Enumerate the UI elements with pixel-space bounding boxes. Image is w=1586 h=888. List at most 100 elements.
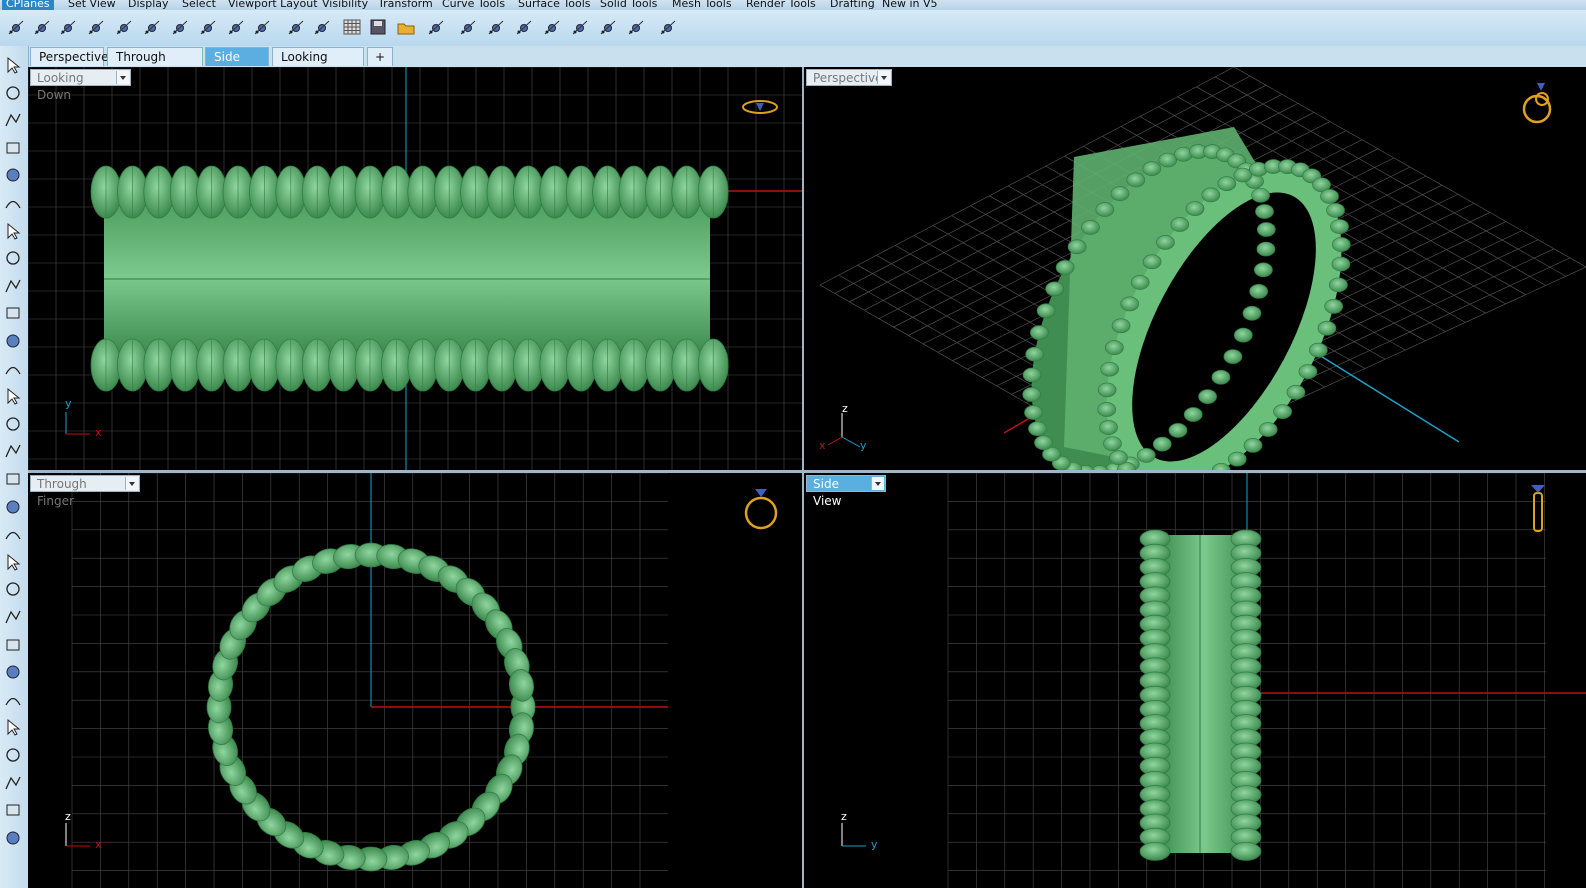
axis-icon[interactable] [30, 15, 54, 39]
menu-tab-set-view[interactable]: Set View [64, 0, 120, 10]
save-icon[interactable] [366, 15, 390, 39]
curve-icon[interactable] [2, 137, 24, 159]
fillet-icon[interactable] [2, 302, 24, 324]
rectangle-icon[interactable] [2, 247, 24, 269]
axis-label-y: y [871, 838, 878, 851]
arc-icon[interactable] [2, 220, 24, 242]
menu-tab-viewport-layout[interactable]: Viewport Layout [224, 0, 322, 10]
select-view-icon[interactable] [310, 15, 334, 39]
sync-icon[interactable] [568, 15, 592, 39]
viewport-title-looking-down[interactable]: Looking Down [30, 69, 131, 102]
add-tab-button[interactable]: + [367, 47, 393, 66]
viewport-looking-down[interactable]: y x Looking Down [28, 67, 802, 470]
menu-tab-curve-tools[interactable]: Curve Tools [438, 0, 509, 10]
undo-view-icon[interactable] [284, 15, 308, 39]
cluster-icon[interactable] [224, 15, 248, 39]
chevron-down-icon[interactable] [871, 477, 884, 490]
mesh-icon[interactable] [424, 15, 448, 39]
chevron-down-icon[interactable] [125, 477, 138, 490]
chevron-down-icon[interactable] [877, 71, 890, 84]
through-finger-canvas[interactable] [28, 473, 802, 888]
link-icon[interactable] [540, 15, 564, 39]
arrows-icon[interactable] [596, 15, 620, 39]
sphere-view-icon[interactable] [84, 15, 108, 39]
surface-icon[interactable] [2, 330, 24, 352]
tab-side-view[interactable]: Side View [205, 47, 269, 83]
circle-icon[interactable] [2, 164, 24, 186]
gear-icon[interactable] [2, 496, 24, 518]
menu-tab-mesh-tools[interactable]: Mesh Tools [668, 0, 736, 10]
side-view-canvas[interactable] [804, 473, 1586, 888]
viewport-side-view[interactable]: z y Side View [804, 473, 1586, 888]
grid-icon[interactable] [340, 15, 364, 39]
extrude-icon[interactable] [2, 468, 24, 490]
select-icon[interactable] [2, 54, 24, 76]
axis-label-y: y [65, 397, 72, 410]
grid [71, 473, 668, 888]
viewport-title-through-finger[interactable]: Through Finger [30, 475, 140, 508]
blend-icon[interactable] [2, 689, 24, 711]
viewport-divider-horizontal[interactable] [28, 470, 1586, 473]
menu-tab-solid-tools[interactable]: Solid Tools [596, 0, 661, 10]
arrows-left-icon[interactable] [624, 15, 648, 39]
menu-tab-visibility[interactable]: Visibility [318, 0, 372, 10]
curve-edit-icon[interactable] [2, 661, 24, 683]
menu-tab-drafting[interactable]: Drafting [826, 0, 879, 10]
node-icon[interactable] [250, 15, 274, 39]
tab-through-finger[interactable]: Through Finger [107, 47, 203, 83]
viewport-title-text: Perspective [813, 71, 883, 85]
down-arrow-icon[interactable] [484, 15, 508, 39]
viewport-through-finger[interactable]: z x Through Finger [28, 473, 802, 888]
curve-tool-icon[interactable] [112, 15, 136, 39]
menu-tab-display[interactable]: Display [124, 0, 173, 10]
dimension-icon[interactable] [2, 799, 24, 821]
array-icon[interactable] [2, 772, 24, 794]
bead-column-left [1139, 529, 1171, 861]
polyline-icon[interactable] [2, 109, 24, 131]
chevron-down-icon[interactable] [116, 71, 129, 84]
group-icon[interactable] [2, 634, 24, 656]
boolean-icon[interactable] [2, 606, 24, 628]
axis-label-x: x [95, 838, 102, 851]
menu-tab-new-in-v5[interactable]: New in V5 [878, 0, 942, 10]
looking-down-canvas[interactable] [28, 67, 802, 470]
trim-icon[interactable] [2, 551, 24, 573]
menu-tab-render-tools[interactable]: Render Tools [742, 0, 820, 10]
point-grid-icon[interactable] [4, 15, 28, 39]
view-widget-icon [744, 489, 778, 530]
cylinder-icon[interactable] [2, 440, 24, 462]
point-on-icon[interactable] [196, 15, 220, 39]
menu-tab-cplanes[interactable]: CPlanes [2, 0, 54, 10]
split-icon[interactable] [2, 578, 24, 600]
revolve-icon[interactable] [2, 358, 24, 380]
viewport-perspective[interactable]: z y x Perspective [804, 67, 1586, 470]
more-icon[interactable] [2, 827, 24, 849]
axis-label-x: x [819, 439, 826, 452]
sphere-icon[interactable] [2, 413, 24, 435]
viewport-title-perspective[interactable]: Perspective [806, 69, 892, 86]
viewport-tabs-bar: Perspective Through Finger Side View Loo… [0, 46, 1586, 83]
menu-tab-transform[interactable]: Transform [374, 0, 437, 10]
box-icon[interactable] [2, 385, 24, 407]
explode-icon[interactable] [2, 523, 24, 545]
bead-column-right [1230, 529, 1262, 861]
polygon-icon[interactable] [2, 275, 24, 297]
render-icon[interactable] [656, 15, 680, 39]
menu-tab-surface-tools[interactable]: Surface Tools [514, 0, 595, 10]
transform-icon[interactable] [2, 744, 24, 766]
ellipse-icon[interactable] [2, 192, 24, 214]
point-icon[interactable] [2, 82, 24, 104]
up-arrow-icon[interactable] [512, 15, 536, 39]
pin-icon[interactable] [456, 15, 480, 39]
tab-looking-down[interactable]: Looking Down [272, 47, 364, 83]
perspective-canvas[interactable] [804, 67, 1586, 470]
viewport-divider-vertical[interactable] [802, 67, 804, 888]
viewport-title-side-view[interactable]: Side View [806, 475, 886, 508]
tab-perspective[interactable]: Perspective [30, 47, 109, 66]
open-folder-icon[interactable] [394, 15, 418, 39]
box-view-icon[interactable] [56, 15, 80, 39]
menu-tab-select[interactable]: Select [178, 0, 220, 10]
snap-icon[interactable] [168, 15, 192, 39]
text-icon[interactable] [2, 716, 24, 738]
move-icon[interactable] [140, 15, 164, 39]
